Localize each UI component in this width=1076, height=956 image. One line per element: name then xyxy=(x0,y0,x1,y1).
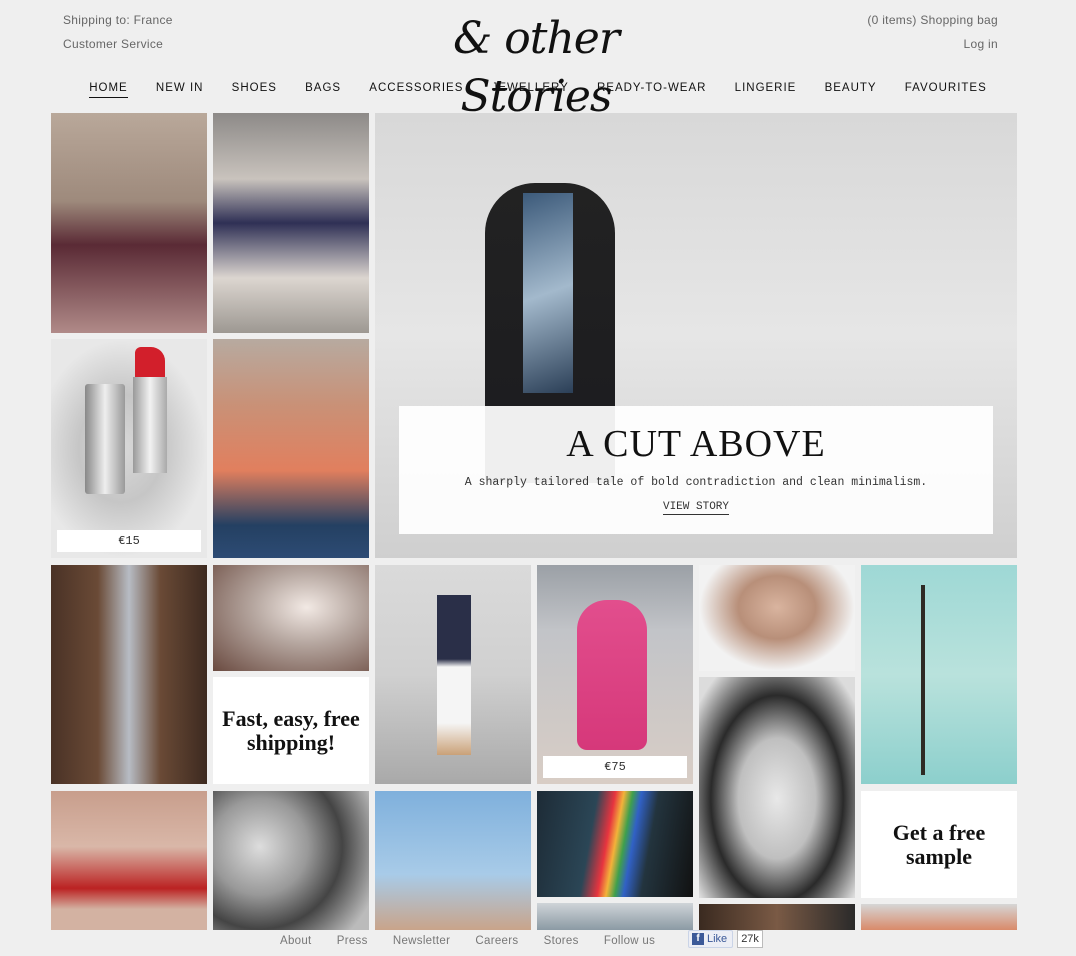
hero-caption-box: A CUT ABOVE A sharply tailored tale of b… xyxy=(399,406,993,534)
like-count: 27k xyxy=(737,930,763,948)
image-tile-street-look[interactable] xyxy=(213,113,369,333)
image-tile-silver-backdrop[interactable] xyxy=(213,791,369,930)
nav-item-accessories[interactable]: ACCESSORIES xyxy=(369,82,463,97)
model-dress-shape xyxy=(523,193,573,393)
main-navigation: HOME NEW IN SHOES BAGS ACCESSORIES JEWEL… xyxy=(0,82,1076,98)
hero-subtitle: A sharply tailored tale of bold contradi… xyxy=(464,476,928,489)
free-sample-promo[interactable]: Get a free sample xyxy=(861,791,1017,898)
facebook-icon: f xyxy=(692,933,704,945)
nav-item-beauty[interactable]: BEAUTY xyxy=(825,82,877,97)
image-tile-face-portrait[interactable] xyxy=(699,565,855,671)
footer: About Press Newsletter Careers Stores Fo… xyxy=(0,930,1076,956)
footer-follow-us: Follow us xyxy=(603,935,656,947)
pink-dress-shape xyxy=(577,600,647,750)
nav-item-lingerie[interactable]: LINGERIE xyxy=(735,82,797,97)
footer-link-about[interactable]: About xyxy=(280,935,312,947)
nav-item-favourites[interactable]: FAVOURITES xyxy=(905,82,987,97)
customer-service-link[interactable]: Customer Service xyxy=(63,36,173,60)
header-right: (0 items) Shopping bag Log in xyxy=(867,12,998,60)
image-tile-partial-c[interactable] xyxy=(861,904,1017,930)
like-label: Like xyxy=(707,933,728,945)
image-tile-smiling-bw[interactable] xyxy=(699,677,855,898)
palm-trunk-shape xyxy=(921,585,925,775)
lipstick-tip-shape xyxy=(135,347,165,377)
lipstick-cap-shape xyxy=(85,384,125,494)
footer-links: About Press Newsletter Careers Stores Fo… xyxy=(280,935,677,947)
image-tile-light-flare[interactable] xyxy=(213,565,369,671)
shopping-bag-link[interactable]: (0 items) Shopping bag xyxy=(867,12,998,36)
footer-link-newsletter[interactable]: Newsletter xyxy=(393,935,450,947)
image-tile-partial-b[interactable] xyxy=(699,904,855,930)
login-link[interactable]: Log in xyxy=(867,36,998,60)
image-tile-white-culottes[interactable] xyxy=(375,565,531,784)
nav-item-bags[interactable]: BAGS xyxy=(305,82,341,97)
image-tile-blue-sky[interactable] xyxy=(375,791,531,930)
image-tile-makeup[interactable] xyxy=(51,791,207,930)
lipstick-tube-shape xyxy=(133,377,167,473)
image-tile-partial-a[interactable] xyxy=(537,903,693,930)
nav-item-home[interactable]: HOME xyxy=(89,82,128,98)
image-tile-lipstick[interactable]: €15 xyxy=(51,339,207,558)
brand-logo[interactable]: & other Stories xyxy=(388,10,684,122)
nav-item-shoes[interactable]: SHOES xyxy=(232,82,277,97)
free-shipping-promo[interactable]: Fast, easy, free shipping! xyxy=(213,677,369,784)
header-left: Shipping to: France Customer Service xyxy=(63,12,173,60)
facebook-like-widget: f Like 27k xyxy=(688,930,763,948)
shipping-country-link[interactable]: Shipping to: France xyxy=(63,12,173,36)
image-tile-palm-trees[interactable] xyxy=(861,565,1017,784)
nav-item-new-in[interactable]: NEW IN xyxy=(156,82,204,97)
footer-link-press[interactable]: Press xyxy=(337,935,368,947)
image-tile-burgundy-top[interactable] xyxy=(51,113,207,333)
image-tile-bubbles[interactable] xyxy=(213,339,369,558)
nav-item-ready-to-wear[interactable]: READY-TO-WEAR xyxy=(597,82,707,97)
image-tile-grey-suit[interactable] xyxy=(51,565,207,784)
price-label: €15 xyxy=(57,530,201,552)
image-tile-rainbow[interactable] xyxy=(537,791,693,897)
footer-link-stores[interactable]: Stores xyxy=(544,935,579,947)
price-label: €75 xyxy=(543,756,687,778)
model-outfit-shape xyxy=(437,595,471,755)
nav-item-jewellery[interactable]: JEWELLERY xyxy=(492,82,569,97)
image-tile-pink-dress[interactable]: €75 xyxy=(537,565,693,784)
facebook-like-button[interactable]: f Like xyxy=(688,930,734,948)
view-story-link[interactable]: VIEW STORY xyxy=(662,501,729,515)
footer-link-careers[interactable]: Careers xyxy=(475,935,518,947)
hero-title: A CUT ABOVE xyxy=(566,423,826,465)
